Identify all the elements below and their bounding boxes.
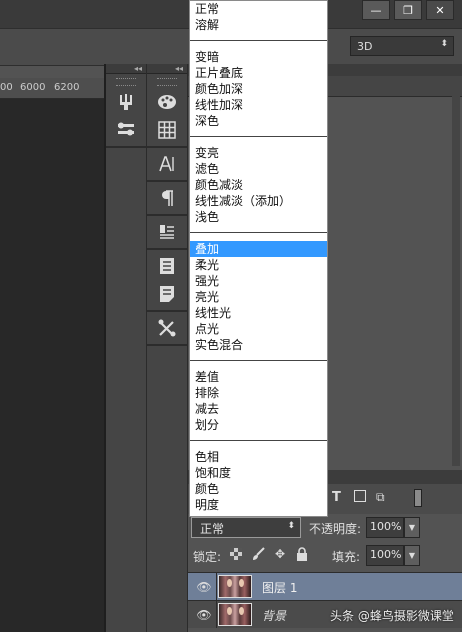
workspace-value: 3D: [357, 39, 373, 53]
layer-thumbnail: [218, 603, 252, 626]
notes-icon[interactable]: [147, 280, 187, 308]
document-canvas[interactable]: [0, 99, 106, 632]
layer-name[interactable]: 背景: [262, 607, 286, 624]
blend-mode-option[interactable]: 亮光: [190, 289, 327, 305]
dock-separator: [147, 248, 187, 250]
close-button[interactable]: ✕: [426, 0, 454, 20]
panel-dock-right: ◂◂: [147, 64, 188, 632]
blend-mode-option[interactable]: 实色混合: [190, 337, 327, 353]
dock-separator: [147, 310, 187, 312]
properties-icon[interactable]: [147, 252, 187, 280]
smart-object-filter-icon[interactable]: ⧉: [376, 490, 385, 505]
window-controls: — ❐ ✕: [362, 0, 454, 20]
menu-separator: [190, 440, 327, 441]
paragraph-styles-icon[interactable]: [147, 218, 187, 246]
blend-mode-option[interactable]: 线性减淡（添加）: [190, 193, 327, 209]
menu-separator: [190, 136, 327, 137]
watermark-text: 头条 @蜂鸟摄影微课堂: [330, 609, 454, 623]
filter-toggle[interactable]: [414, 489, 422, 507]
ruler-tick: 00: [0, 82, 13, 93]
brush-presets-icon[interactable]: [106, 88, 146, 116]
blend-mode-option[interactable]: 变暗: [190, 49, 327, 65]
tools-crossed-icon[interactable]: [147, 314, 187, 342]
blend-mode-option[interactable]: 正片叠底: [190, 65, 327, 81]
blend-mode-option[interactable]: 点光: [190, 321, 327, 337]
blend-mode-option[interactable]: 线性加深: [190, 97, 327, 113]
menu-separator: [190, 360, 327, 361]
lock-pixels-brush-icon[interactable]: [251, 547, 265, 561]
type-filter-icon[interactable]: T: [332, 490, 341, 505]
workspace-select[interactable]: 3D ⬍: [350, 36, 454, 56]
blend-mode-option[interactable]: 排除: [190, 385, 327, 401]
blend-mode-option[interactable]: 差值: [190, 369, 327, 385]
lock-transparent-icon[interactable]: [229, 547, 243, 561]
dock-separator: [147, 344, 187, 346]
dock-separator: [147, 180, 187, 182]
panel-dock-left: ◂◂: [106, 64, 147, 632]
dock-separator: [106, 146, 146, 148]
blend-mode-option[interactable]: 颜色减淡: [190, 177, 327, 193]
panel-scrollbar[interactable]: [452, 96, 460, 466]
opacity-dropdown-icon[interactable]: ▼: [404, 517, 420, 538]
blend-mode-option[interactable]: 深色: [190, 113, 327, 129]
blend-mode-value: 正常: [200, 522, 225, 536]
blend-mode-option[interactable]: 明度: [190, 497, 327, 513]
blend-mode-option[interactable]: 强光: [190, 273, 327, 289]
shape-filter-icon[interactable]: [354, 490, 366, 502]
blend-mode-option[interactable]: 叠加: [190, 241, 327, 257]
blend-mode-option[interactable]: 溶解: [190, 17, 327, 33]
fill-label: 填充:: [332, 550, 361, 564]
dock-grip[interactable]: [116, 78, 136, 86]
updown-arrows-icon: ⬍: [287, 521, 295, 531]
ruler-tick: 6000: [20, 82, 46, 93]
blend-mode-option[interactable]: 变亮: [190, 145, 327, 161]
layer-thumbnail: [218, 575, 252, 598]
fill-input[interactable]: 100%: [366, 545, 404, 566]
dock-grip[interactable]: [157, 78, 177, 86]
visibility-eye-icon[interactable]: 👁: [192, 573, 217, 600]
paragraph-icon[interactable]: [147, 184, 187, 212]
blend-mode-option[interactable]: 划分: [190, 417, 327, 433]
horizontal-ruler: 00 6000 6200: [0, 78, 106, 99]
blend-mode-option[interactable]: 正常: [190, 1, 327, 17]
lock-all-icon[interactable]: [295, 547, 309, 561]
swatches-grid-icon[interactable]: [147, 116, 187, 144]
color-palette-icon[interactable]: [147, 88, 187, 116]
menu-separator: [190, 232, 327, 233]
blend-mode-option[interactable]: 色相: [190, 449, 327, 465]
blend-mode-dropdown-menu: 正常 溶解变暗 正片叠底 颜色加深 线性加深 深色变亮 滤色 颜色减淡 线性减淡（添加） 浅色叠加…: [189, 0, 328, 517]
blend-mode-option[interactable]: 滤色: [190, 161, 327, 177]
layer-row-selected[interactable]: 👁 图层 1: [188, 572, 462, 600]
blend-mode-option[interactable]: 减去: [190, 401, 327, 417]
character-icon[interactable]: [147, 150, 187, 178]
lock-label: 锁定:: [193, 550, 222, 564]
dock-separator: [147, 146, 187, 148]
blend-mode-option[interactable]: 饱和度: [190, 465, 327, 481]
blend-mode-option[interactable]: 颜色: [190, 481, 327, 497]
collapse-arrows-icon[interactable]: ◂◂: [147, 64, 187, 74]
blend-mode-option[interactable]: 颜色加深: [190, 81, 327, 97]
lock-position-move-icon[interactable]: ✥: [273, 547, 287, 561]
restore-button[interactable]: ❐: [394, 0, 422, 20]
menu-separator: [190, 40, 327, 41]
opacity-label: 不透明度:: [309, 522, 362, 536]
visibility-eye-icon[interactable]: 👁: [192, 601, 217, 628]
blend-mode-option[interactable]: 浅色: [190, 209, 327, 225]
blend-mode-option[interactable]: 柔光: [190, 257, 327, 273]
updown-arrows-icon: ⬍: [440, 39, 448, 49]
ruler-tick: 6200: [54, 82, 80, 93]
blend-mode-option[interactable]: 线性光: [190, 305, 327, 321]
minimize-button[interactable]: —: [362, 0, 390, 20]
opacity-input[interactable]: 100%: [366, 517, 404, 538]
collapse-arrows-icon[interactable]: ◂◂: [106, 64, 146, 74]
dock-separator: [147, 214, 187, 216]
tool-presets-icon[interactable]: [106, 116, 146, 144]
layer-name[interactable]: 图层 1: [262, 579, 297, 596]
blend-mode-select[interactable]: 正常 ⬍: [191, 517, 301, 538]
fill-dropdown-icon[interactable]: ▼: [404, 545, 420, 566]
